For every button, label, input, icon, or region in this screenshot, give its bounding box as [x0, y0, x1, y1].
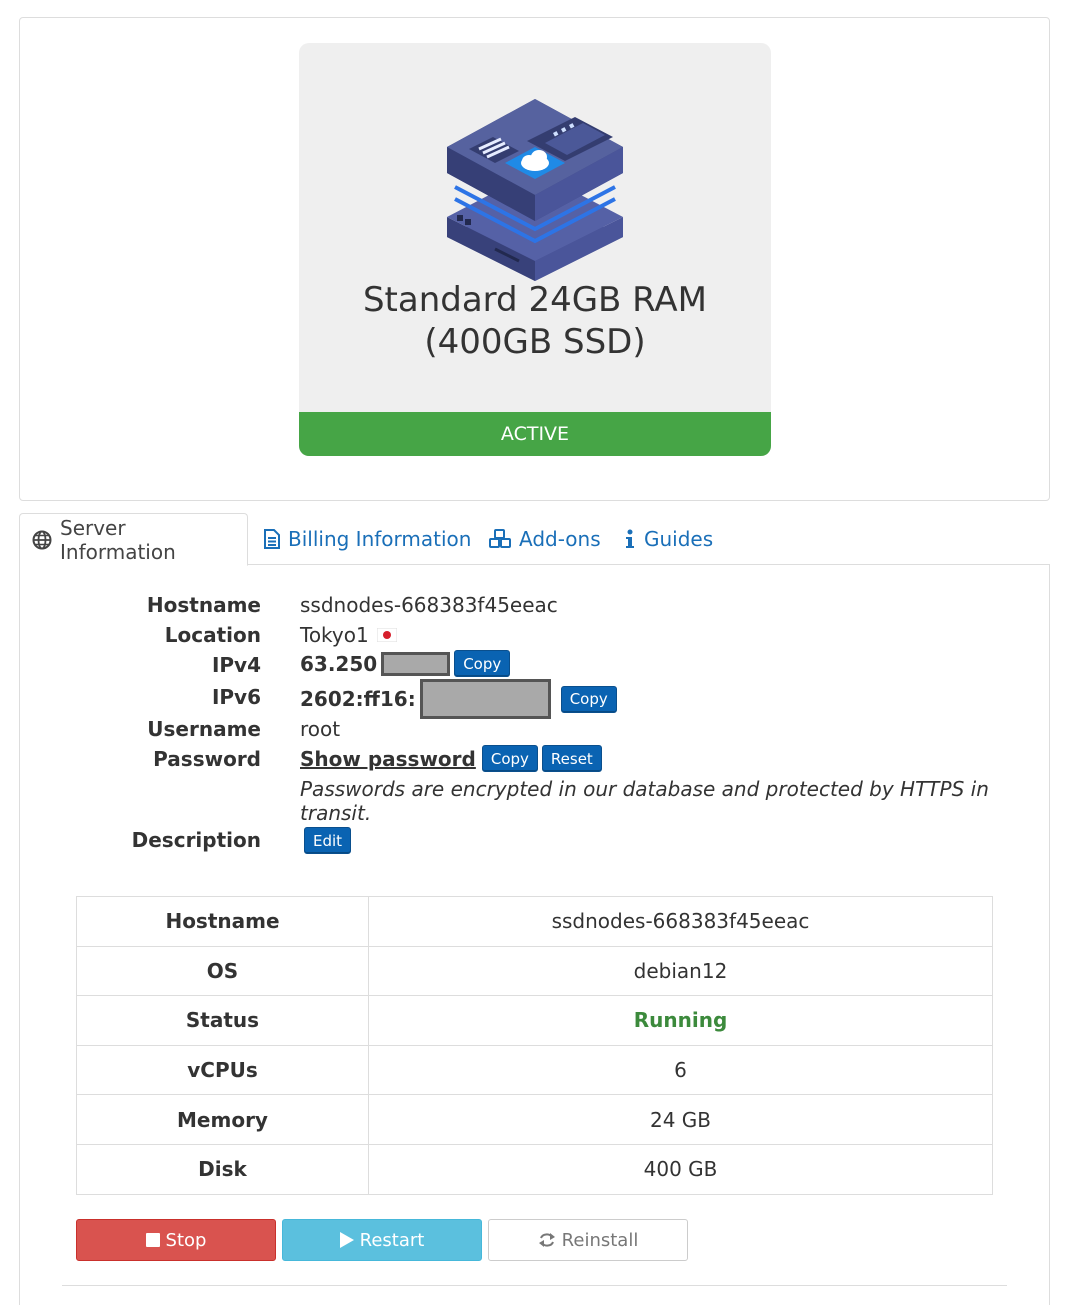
divider: [62, 1285, 1007, 1286]
spec-value: 24 GB: [368, 1094, 993, 1145]
edit-description-button[interactable]: Edit: [304, 827, 352, 854]
table-row: Disk 400 GB: [76, 1143, 993, 1195]
tab-guides[interactable]: Guides: [624, 513, 713, 565]
ipv6-text: 2602:ff16:: [300, 687, 416, 711]
document-icon: [264, 529, 280, 549]
tab-label: Server Information: [60, 515, 176, 564]
tab-billing-information[interactable]: Billing Information: [264, 513, 471, 565]
product-name-line1: Standard 24GB RAM: [362, 280, 708, 320]
status-running-value: Running: [368, 995, 993, 1046]
redacted-block: [381, 651, 451, 676]
table-row: Status Running: [76, 995, 993, 1046]
stop-button[interactable]: Stop: [76, 1219, 276, 1261]
username-value: root: [300, 717, 340, 741]
reinstall-label: Reinstall: [561, 1229, 639, 1251]
hostname-value: ssdnodes-668383f45eeac: [300, 593, 558, 617]
spec-value: debian12: [368, 945, 993, 997]
hostname-label: Hostname: [146, 593, 261, 617]
password-label: Password: [153, 747, 261, 771]
location-value: Tokyo1: [300, 623, 397, 647]
show-password-link[interactable]: Show password: [300, 747, 476, 771]
tab-bar: Server Information Billing Information A…: [19, 513, 1050, 566]
restart-button[interactable]: Restart: [282, 1219, 482, 1261]
stop-icon: [145, 1233, 160, 1247]
redacted-block: [419, 679, 551, 719]
japan-flag-icon: [376, 628, 397, 642]
spec-key: OS: [76, 945, 369, 997]
description-label: Description: [131, 828, 261, 852]
table-row: Memory 24 GB: [76, 1094, 993, 1145]
username-text: root: [300, 717, 341, 741]
product-status-label: ACTIVE: [500, 423, 570, 445]
spec-key: Hostname: [76, 896, 369, 947]
product-status-bar: ACTIVE: [299, 412, 771, 456]
ipv4-text: 63.250: [300, 651, 378, 676]
info-icon: [626, 529, 634, 548]
product-name-line2: (400GB SSD): [424, 322, 646, 362]
product-panel: Standard 24GB RAM (400GB SSD) ACTIVE: [19, 17, 1050, 501]
tab-label: Billing Information: [288, 527, 472, 551]
copy-password-button[interactable]: Copy: [481, 745, 538, 772]
spec-key: Memory: [76, 1094, 369, 1145]
copy-ipv4-button[interactable]: Copy: [454, 650, 511, 677]
tab-label: Guides: [644, 527, 714, 551]
ipv4-label: IPv4: [211, 653, 261, 677]
description-value: Edit: [304, 827, 352, 854]
spec-value: 6: [368, 1044, 993, 1096]
reinstall-button[interactable]: Reinstall: [488, 1219, 688, 1261]
password-value: Show password Copy Reset: [300, 745, 602, 772]
hostname-text: ssdnodes-668383f45eeac: [300, 593, 558, 617]
product-name: Standard 24GB RAM (400GB SSD): [299, 279, 771, 363]
product-card: Standard 24GB RAM (400GB SSD) ACTIVE: [299, 43, 771, 456]
ipv6-value: 2602:ff16: Copy: [300, 679, 617, 719]
tab-server-information[interactable]: Server Information: [19, 513, 248, 566]
password-note: Passwords are encrypted in our database …: [300, 777, 989, 825]
spec-value: ssdnodes-668383f45eeac: [368, 896, 993, 947]
table-row: Hostname ssdnodes-668383f45eeac: [76, 896, 993, 947]
refresh-icon: [538, 1233, 555, 1247]
spec-key: vCPUs: [76, 1044, 369, 1096]
cubes-icon: [489, 529, 511, 548]
ipv6-label: IPv6: [211, 685, 261, 709]
tab-add-ons[interactable]: Add-ons: [489, 513, 601, 565]
copy-ipv6-button[interactable]: Copy: [560, 685, 617, 713]
tab-label: Add-ons: [519, 527, 601, 551]
cloud-server-icon: [447, 99, 623, 281]
ipv4-value: 63.250 Copy: [300, 650, 511, 677]
play-icon: [339, 1232, 354, 1248]
location-label: Location: [164, 623, 261, 647]
username-label: Username: [147, 717, 261, 741]
spec-key: Status: [76, 995, 369, 1046]
server-information-panel: Hostname ssdnodes-668383f45eeac Location…: [19, 565, 1050, 1305]
globe-icon: [32, 530, 52, 549]
table-row: vCPUs 6: [76, 1044, 993, 1096]
table-row: OS debian12: [76, 945, 993, 997]
reset-password-button[interactable]: Reset: [541, 745, 602, 772]
specs-table: Hostname ssdnodes-668383f45eeac OS debia…: [76, 896, 993, 1195]
location-text: Tokyo1: [300, 623, 369, 647]
restart-label: Restart: [359, 1229, 425, 1251]
spec-key: Disk: [76, 1143, 369, 1195]
stop-label: Stop: [165, 1229, 207, 1251]
spec-value: 400 GB: [368, 1143, 993, 1195]
